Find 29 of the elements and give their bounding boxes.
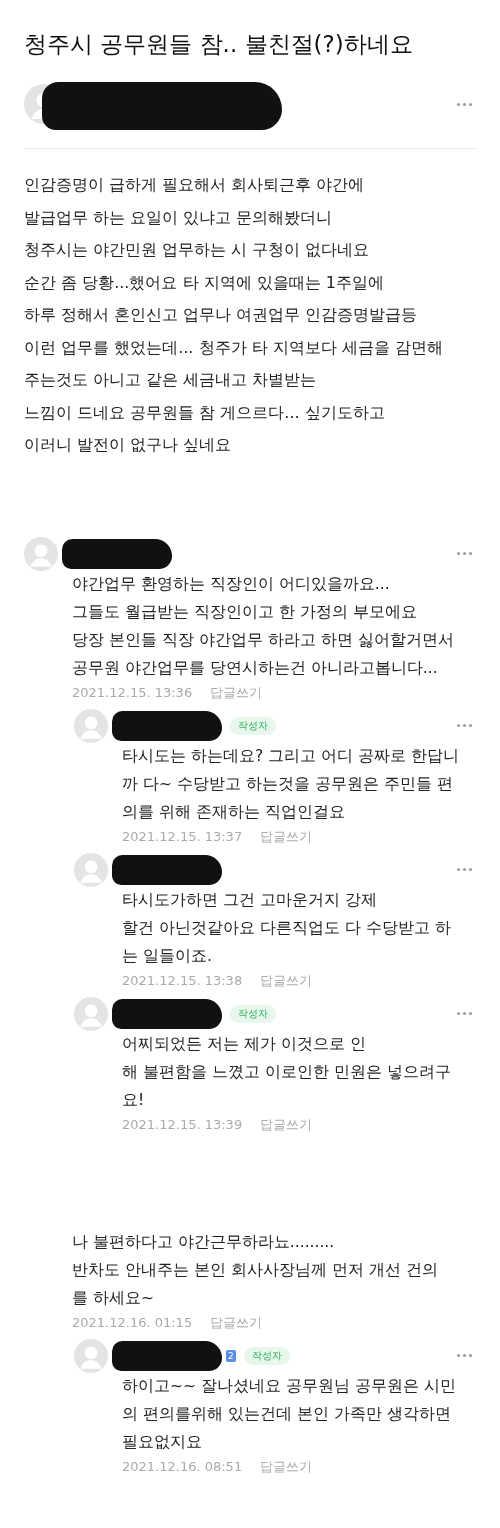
- writer-badge: 작성자: [243, 1346, 290, 1365]
- comment-date: 2021.12.16. 01:15: [72, 1313, 193, 1332]
- comment-text: 야간업무 환영하는 직장인이 어디있을까요... 그들도 월급받는 직장인이고 한 가정의 부모에요 당장 본인들 직장 야간업무 하라고 하면 싫어할거면서 공무원 야간업무를 당연시하는건 아니라고봅니다...: [71, 573, 455, 679]
- reply-link[interactable]: 답글쓰기: [260, 1455, 313, 1478]
- reply-link[interactable]: 답글쓰기: [210, 1311, 263, 1334]
- comment-date: 2021.12.15. 13:37: [122, 827, 243, 846]
- avatar-icon: [24, 536, 58, 571]
- post-body: 인감증명이 급하게 필요해서 회사퇴근후 야간에 발급업무 하는 요일이 있냐고 문의해봤더니 청주시는 야간민원 업무하는 시 구청이 없다네요 순간 좀 당황...했어요 타 지역에 있을때는 1주일에 하루 정해서 혼인신고 업무나 여권업무 인감증명발급등 이런 업무를 했었는데... 청주가 타 지역보다 세금을 감면해 주는것도 아니고 같은 세금내고 차별받는 느낌이 드네요 공무원들 참 게으르다... 싶기도하고 이러니 발전이 없구나 싶네요: [24, 174, 444, 456]
- comment-text: 어찌되었든 저는 제가 이것으로 인 해 불편함을 느꼈고 이로인한 민원은 넣으려구 요!: [121, 1033, 452, 1111]
- post-title: 청주시 공무원들 참.. 불친절(?)하네요: [24, 30, 414, 59]
- avatar-icon: [74, 996, 108, 1031]
- writer-badge: 작성자: [230, 716, 276, 735]
- avatar-icon: [74, 708, 108, 743]
- comment-text: 나 불편하다고 야간근무하라뇨......... 반차도 안내주는 본인 회사사장님께 먼저 개선 건의 를 하세요~: [71, 1231, 439, 1309]
- reply-link[interactable]: 답글쓰기: [260, 969, 313, 992]
- comment-date: 2021.12.15. 13:39: [122, 1115, 243, 1134]
- avatar-icon: [74, 852, 108, 887]
- comment-text: 하이고~~ 잘나셨네요 공무원님 공무원은 시민 의 편의를위해 있는건데 본인 가족만 생각하면 필요없지요: [121, 1375, 457, 1453]
- comment-date: 2021.12.15. 13:36: [72, 683, 193, 702]
- comment-date: 2021.12.16. 08:51: [122, 1457, 243, 1476]
- avatar-icon: [74, 1338, 108, 1373]
- comment-text: 타시도가하면 그건 고마운거지 강제 할건 아닌것같아요 다른직업도 다 수당받고 하 는 일들이죠.: [121, 889, 452, 967]
- comment-date: 2021.12.15. 13:38: [122, 971, 243, 990]
- reply-link[interactable]: 답글쓰기: [210, 681, 263, 704]
- comment-text: 타시도는 하는데요? 그리고 어디 공짜로 한답니 까 다~ 수당받고 하는것을 공무원은 주민들 편 의를 위해 존재하는 직업인걸요: [121, 745, 460, 823]
- writer-badge: 작성자: [230, 1004, 276, 1023]
- reply-link[interactable]: 답글쓰기: [260, 825, 313, 848]
- reply-link[interactable]: 답글쓰기: [260, 1113, 313, 1136]
- level-badge: 2: [226, 1349, 236, 1362]
